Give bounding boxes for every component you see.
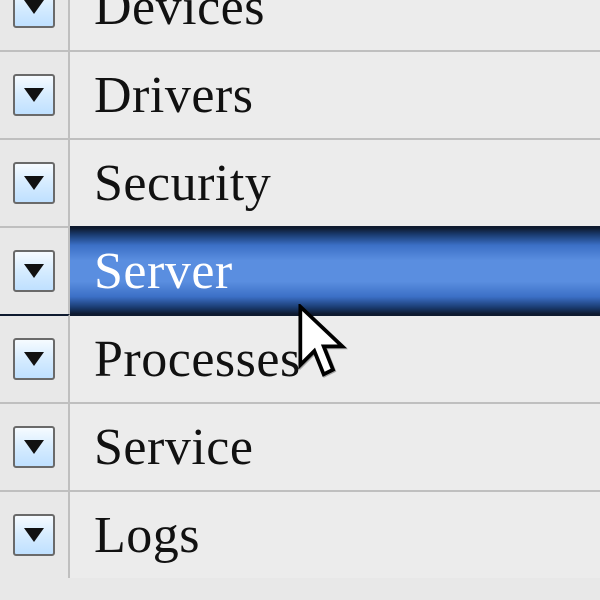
expand-toggle[interactable] [13,162,55,204]
expander-cell [0,226,70,314]
tree-item-label: Server [70,226,600,314]
navigation-tree: Devices Drivers Security [0,0,600,578]
chevron-down-icon [24,176,44,190]
expander-cell [0,314,70,402]
expander-cell [0,138,70,226]
chevron-down-icon [24,88,44,102]
tree-item-server[interactable]: Server [0,226,600,314]
expand-toggle[interactable] [13,74,55,116]
tree-item-service[interactable]: Service [0,402,600,490]
chevron-down-icon [24,352,44,366]
tree-item-label: Processes [70,314,600,402]
expand-toggle[interactable] [13,338,55,380]
tree-item-label: Service [70,402,600,490]
tree-item-label: Devices [70,0,600,50]
tree-item-label: Logs [70,490,600,578]
chevron-down-icon [24,528,44,542]
tree-item-logs[interactable]: Logs [0,490,600,578]
tree-item-devices[interactable]: Devices [0,0,600,50]
expander-cell [0,0,70,50]
expand-toggle[interactable] [13,250,55,292]
tree-item-processes[interactable]: Processes [0,314,600,402]
expander-cell [0,402,70,490]
tree-item-label: Security [70,138,600,226]
expand-toggle[interactable] [13,514,55,556]
chevron-down-icon [24,264,44,278]
tree-item-label: Drivers [70,50,600,138]
tree-item-security[interactable]: Security [0,138,600,226]
expander-cell [0,50,70,138]
tree-item-drivers[interactable]: Drivers [0,50,600,138]
expand-toggle[interactable] [13,0,55,28]
chevron-down-icon [24,440,44,454]
expand-toggle[interactable] [13,426,55,468]
chevron-down-icon [24,0,44,14]
expander-cell [0,490,70,578]
